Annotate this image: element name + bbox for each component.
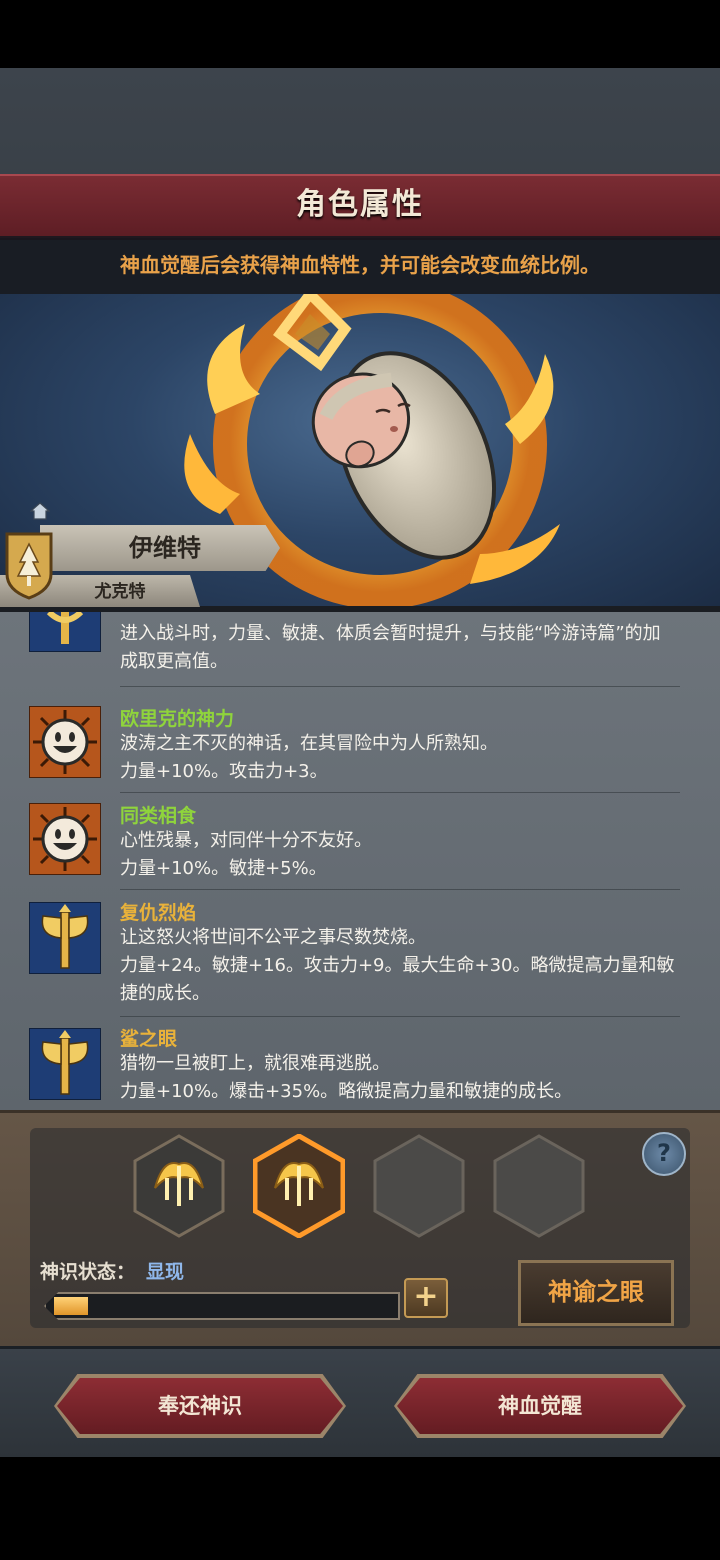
trait-description: 进入战斗时，力量、敏捷、体质会暂时提升，与技能“吟游诗篇”的加 (120, 623, 661, 644)
trait-effect: 力量+10%。攻击力+3。 (120, 761, 328, 782)
divider (120, 686, 680, 687)
divine-sense-progress-fill (54, 1297, 88, 1315)
trait-name: 欧里克的神力 (120, 708, 235, 730)
character-name: 伊维特 (129, 534, 201, 562)
return-divine-sense-label: 奉还神识 (158, 1394, 242, 1418)
home-icon[interactable] (30, 502, 50, 520)
trait-effect: 力量+24。敏捷+16。攻击力+9。最大生命+30。略微提高力量和敏 (120, 955, 675, 976)
trait-effect: 力量+10%。爆击+35%。略微提高力量和敏捷的成长。 (120, 1081, 573, 1102)
trait-name: 复仇烈焰 (120, 902, 197, 924)
divine-sense-status-value: 显现 (146, 1261, 185, 1283)
divider (120, 1016, 680, 1017)
divine-blood-awaken-label: 神血觉醒 (498, 1394, 582, 1418)
golden-axe-icon (29, 1028, 101, 1100)
help-button[interactable]: ? (642, 1132, 686, 1176)
smiling-sun-face-icon (29, 706, 101, 778)
smiling-sun-face-icon (29, 803, 101, 875)
trait-effect: 力量+10%。敏捷+5%。 (120, 858, 327, 879)
divine-sense-status-label: 神识状态： (40, 1261, 136, 1283)
awakening-notice: 神血觉醒后会获得神血特性，并可能会改变血统比例。 (0, 236, 720, 294)
page-title: 角色属性 (296, 187, 424, 222)
trait-description: 让这怒火将世间不公平之事尽数焚烧。 (120, 927, 426, 948)
trait-effect: 捷的成长。 (120, 983, 210, 1004)
divine-sense-slot-3[interactable] (373, 1134, 465, 1238)
divine-sense-progress-bar (44, 1292, 400, 1320)
trait-name: 同类相食 (120, 805, 197, 827)
character-lineage: 尤克特 (94, 582, 146, 602)
trait-description: 成取更高值。 (120, 651, 228, 672)
oracle-eye-button[interactable]: 神谕之眼 (518, 1260, 674, 1326)
golden-axe-icon (29, 612, 101, 652)
trait-description: 波涛之主不灭的神话，在其冒险中为人所熟知。 (120, 733, 498, 754)
add-divine-sense-button[interactable]: + (404, 1278, 448, 1318)
trait-description: 猎物一旦被盯上，就很难再逃脱。 (120, 1053, 390, 1074)
golden-axe-icon (29, 902, 101, 974)
divine-sense-slot-2[interactable] (253, 1134, 345, 1238)
divider (120, 792, 680, 793)
divine-sense-slot-1[interactable] (133, 1134, 225, 1238)
trait-name: 鲨之眼 (120, 1028, 178, 1050)
trait-list[interactable]: 进入战斗时，力量、敏捷、体质会暂时提升，与技能“吟游诗篇”的加 成取更高值。 欧… (0, 612, 720, 1110)
tree-crest-icon (5, 532, 53, 600)
divider (120, 889, 680, 890)
trait-description: 心性残暴，对同伴十分不友好。 (120, 830, 372, 851)
divine-sense-slot-4[interactable] (493, 1134, 585, 1238)
